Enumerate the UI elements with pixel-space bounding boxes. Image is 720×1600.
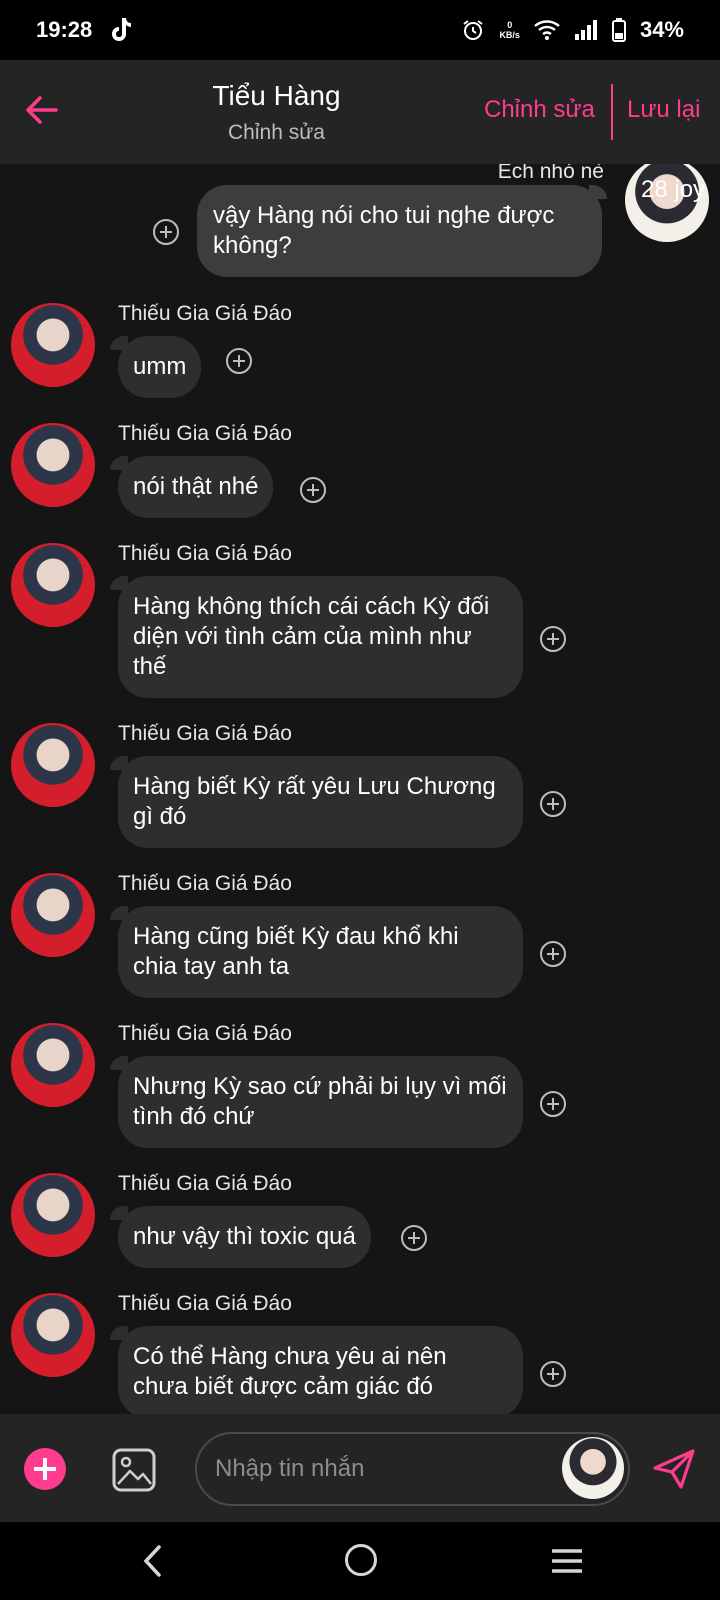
- add-reaction-icon[interactable]: [540, 791, 566, 817]
- plus-icon[interactable]: [24, 1448, 66, 1490]
- persona-avatar[interactable]: [562, 1437, 624, 1499]
- nav-home-icon[interactable]: [345, 1544, 377, 1576]
- add-reaction-icon[interactable]: [153, 219, 179, 245]
- avatar[interactable]: [11, 873, 95, 957]
- composer-bar: [0, 1414, 720, 1522]
- header-divider: [611, 84, 613, 140]
- message-bubble[interactable]: Có thể Hàng chưa yêu ai nên chưa biết đư…: [118, 1326, 523, 1414]
- message-bubble[interactable]: Hàng không thích cái cách Kỳ đối diện vớ…: [118, 576, 523, 698]
- add-reaction-icon[interactable]: [401, 1225, 427, 1251]
- message-bubble[interactable]: như vậy thì toxic quá: [118, 1206, 371, 1268]
- sender-name: Thiếu Gia Giá Đáo: [118, 722, 292, 745]
- own-avatar-label: 28 joy: [641, 176, 706, 203]
- tiktok-icon: [112, 18, 132, 41]
- alarm-icon: [463, 20, 484, 40]
- network-speed-value: 0: [507, 20, 513, 30]
- send-icon[interactable]: [651, 1446, 697, 1492]
- message-bubble[interactable]: umm: [118, 336, 202, 398]
- message-list[interactable]: Ếch nhỏ nè vậy Hàng nói cho tui nghe đượ…: [0, 164, 720, 1414]
- add-reaction-icon[interactable]: [540, 941, 566, 967]
- status-icons: 0 KB/s 34%: [461, 17, 684, 43]
- sender-name: Thiếu Gia Giá Đáo: [118, 302, 292, 325]
- own-sender-name: Ếch nhỏ nè: [497, 164, 604, 183]
- image-icon[interactable]: [111, 1447, 157, 1493]
- wifi-icon: [534, 20, 560, 40]
- message-bubble[interactable]: Hàng biết Kỳ rất yêu Lưu Chương gì đó: [118, 756, 523, 848]
- chat-header: Tiểu Hàng Chỉnh sửa Chỉnh sửa Lưu lại: [0, 60, 720, 164]
- chat-screen: 19:28 0 KB/s 34% Tiểu Hàng Chỉnh sửa Chỉ…: [0, 0, 720, 1600]
- nav-recents-icon[interactable]: [551, 1548, 583, 1574]
- avatar[interactable]: [11, 543, 95, 627]
- sender-name: Thiếu Gia Giá Đáo: [118, 422, 292, 445]
- avatar[interactable]: [11, 423, 95, 507]
- edit-button[interactable]: Chỉnh sửa: [484, 96, 595, 124]
- message-bubble[interactable]: Nhưng Kỳ sao cứ phải bi lụy vì mối tình …: [118, 1056, 523, 1148]
- status-time: 19:28: [36, 17, 93, 42]
- own-message-bubble[interactable]: vậy Hàng nói cho tui nghe được không?: [197, 185, 602, 277]
- message-bubble[interactable]: Hàng cũng biết Kỳ đau khổ khi chia tay a…: [118, 906, 523, 998]
- save-button[interactable]: Lưu lại: [627, 96, 700, 124]
- sender-name: Thiếu Gia Giá Đáo: [118, 872, 292, 895]
- chat-title: Tiểu Hàng: [212, 80, 341, 111]
- add-reaction-icon[interactable]: [540, 626, 566, 652]
- signal-icon: [574, 20, 597, 40]
- network-speed: 0 KB/s: [499, 20, 520, 40]
- battery-percent: 34%: [639, 17, 684, 42]
- add-reaction-icon[interactable]: [226, 348, 252, 374]
- sender-name: Thiếu Gia Giá Đáo: [118, 1292, 292, 1315]
- avatar[interactable]: [11, 723, 95, 807]
- add-reaction-icon[interactable]: [540, 1091, 566, 1117]
- avatar[interactable]: [11, 1023, 95, 1107]
- avatar[interactable]: [11, 1173, 95, 1257]
- status-bar: 19:28 0 KB/s 34%: [0, 0, 720, 60]
- chat-subtitle: Chỉnh sửa: [228, 121, 325, 144]
- sender-name: Thiếu Gia Giá Đáo: [118, 1022, 292, 1045]
- add-reaction-icon[interactable]: [300, 477, 326, 503]
- network-speed-unit: KB/s: [499, 30, 520, 40]
- nav-back-icon[interactable]: [138, 1542, 168, 1580]
- sender-name: Thiếu Gia Giá Đáo: [118, 542, 292, 565]
- add-reaction-icon[interactable]: [540, 1361, 566, 1387]
- system-nav-bar: [0, 1522, 720, 1600]
- battery-icon: [611, 18, 626, 42]
- avatar[interactable]: [11, 303, 95, 387]
- message-bubble[interactable]: nói thật nhé: [118, 456, 274, 518]
- sender-name: Thiếu Gia Giá Đáo: [118, 1172, 292, 1195]
- avatar[interactable]: [11, 1293, 95, 1377]
